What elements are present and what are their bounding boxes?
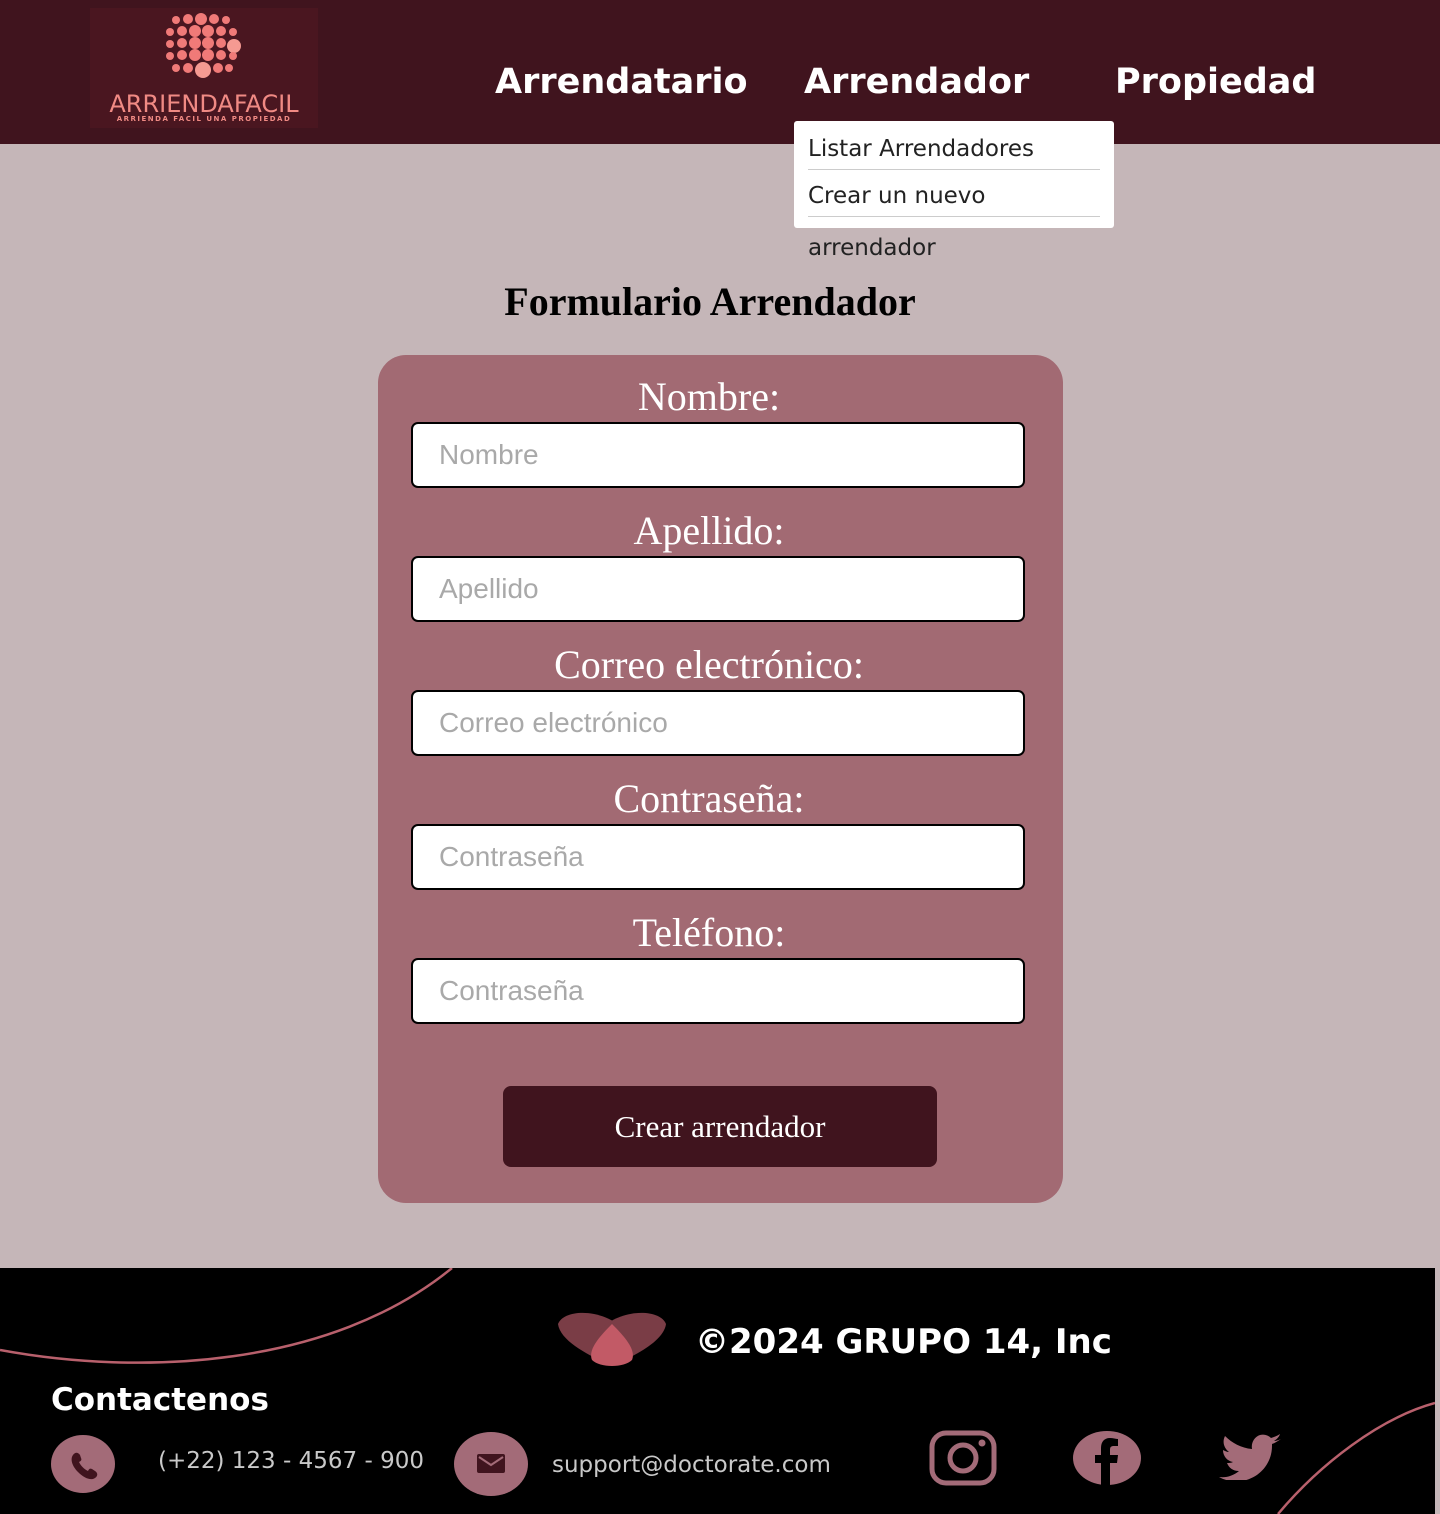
arrendador-dropdown-menu: Listar Arrendadores Crear un nuevo arren… <box>794 121 1114 261</box>
site-header: ARRIENDAFACIL ARRIENDA FACIL UNA PROPIED… <box>0 0 1440 144</box>
nav-propiedad[interactable]: Propiedad <box>1115 62 1316 102</box>
mail-icon[interactable] <box>454 1432 528 1496</box>
contrasena-label: Contraseña: <box>613 776 805 821</box>
contact-heading: Contactenos <box>51 1382 269 1418</box>
correo-label: Correo electrónico: <box>554 642 864 687</box>
logo[interactable]: ARRIENDAFACIL ARRIENDA FACIL UNA PROPIED… <box>90 8 318 128</box>
nav-arrendatario[interactable]: Arrendatario <box>495 62 748 102</box>
phone-icon[interactable] <box>51 1435 115 1493</box>
logo-name: ARRIENDAFACIL <box>109 90 299 118</box>
logo-dots-icon <box>166 13 241 78</box>
telefono-label: Teléfono: <box>632 910 786 955</box>
site-footer: ©2024 GRUPO 14, Inc Contactenos (+22) 12… <box>0 1268 1435 1514</box>
nombre-input[interactable] <box>411 422 1025 488</box>
arrendador-form: Nombre: Apellido: Correo electrónico: Co… <box>378 355 1063 1203</box>
password-input[interactable] <box>411 824 1025 890</box>
apellido-input[interactable] <box>411 556 1025 622</box>
crear-arrendador-button[interactable]: Crear arrendador <box>503 1086 937 1167</box>
brand-heart-icon <box>558 1312 666 1366</box>
nombre-label: Nombre: <box>637 374 781 419</box>
facebook-icon[interactable] <box>1072 1430 1142 1486</box>
copyright-text: ©2024 GRUPO 14, Inc <box>695 1322 1112 1362</box>
apellido-label: Apellido: <box>633 508 785 553</box>
menu-item-listar-arrendadores[interactable]: Listar Arrendadores <box>808 123 1100 170</box>
logo-tagline: ARRIENDA FACIL UNA PROPIEDAD <box>116 115 292 123</box>
support-email[interactable]: support@doctorate.com <box>552 1452 831 1478</box>
nav-arrendador[interactable]: Arrendador <box>804 62 1029 102</box>
menu-item-crear-arrendador[interactable]: Crear un nuevo arrendador <box>808 170 1100 261</box>
phone-number[interactable]: (+22) 123 - 4567 - 900 <box>158 1448 424 1474</box>
telefono-input[interactable] <box>411 958 1025 1024</box>
page-title: Formulario Arrendador <box>504 279 916 324</box>
twitter-icon[interactable] <box>1219 1434 1283 1480</box>
instagram-icon[interactable] <box>929 1430 997 1486</box>
email-input[interactable] <box>411 690 1025 756</box>
